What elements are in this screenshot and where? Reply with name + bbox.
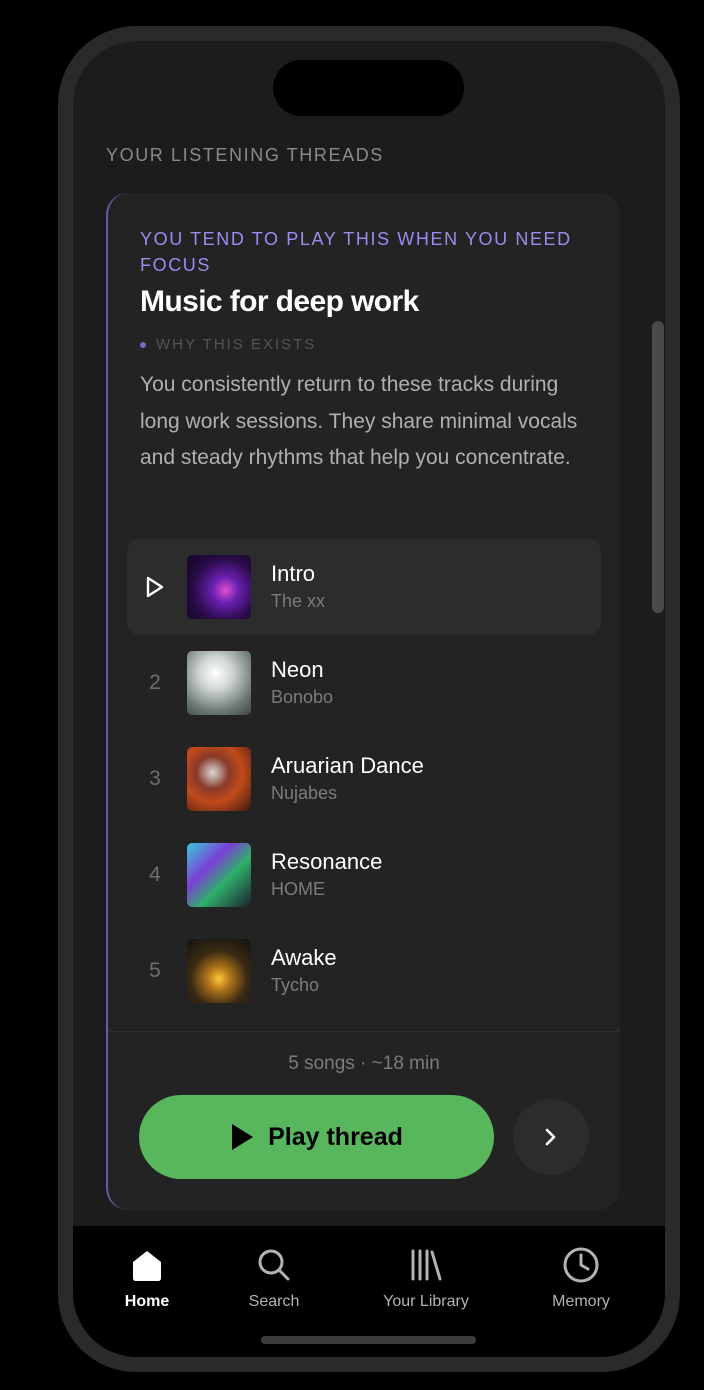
play-icon (230, 1123, 254, 1151)
tab-search[interactable]: Search (209, 1244, 339, 1311)
track-artist: The xx (271, 591, 326, 611)
tab-your-library[interactable]: Your Library (361, 1244, 491, 1311)
tab-home[interactable]: Home (82, 1244, 212, 1311)
track-title: Awake (271, 945, 337, 970)
dynamic-island (273, 60, 464, 116)
track-title: Resonance (271, 849, 383, 874)
tab-label: Your Library (383, 1293, 469, 1310)
divider (108, 1031, 620, 1032)
album-art (187, 651, 251, 715)
thread-description: You consistently return to these tracks … (140, 373, 578, 469)
why-label: WHY THIS EXISTS (156, 336, 317, 353)
track-number: 4 (149, 863, 161, 886)
clock-icon (562, 1244, 600, 1286)
play-thread-button[interactable]: Play thread (139, 1095, 494, 1179)
bullet-dot-icon (140, 341, 146, 348)
track-list: Intro The xx 2 Neon Bonobo 3 Aruarian Da… (127, 539, 601, 1019)
album-art (187, 939, 251, 1003)
track-artist: Bonobo (271, 687, 334, 707)
tab-bar: Home Search Your Library Memory (73, 1226, 665, 1357)
album-art (187, 747, 251, 811)
track-row[interactable]: 5 Awake Tycho (127, 923, 601, 1019)
tab-label: Memory (552, 1293, 610, 1310)
track-artist: HOME (271, 879, 325, 899)
chevron-right-icon (545, 1128, 556, 1146)
app-screen: YOUR LISTENING THREADS YOU TEND TO PLAY … (73, 41, 665, 1357)
track-row[interactable]: Intro The xx (127, 539, 601, 635)
phone-frame: YOUR LISTENING THREADS YOU TEND TO PLAY … (58, 26, 680, 1372)
play-thread-label: Play thread (268, 1122, 403, 1151)
track-number: 3 (149, 767, 161, 790)
tab-label: Search (248, 1293, 300, 1310)
track-artist: Tycho (271, 975, 320, 995)
thread-card: YOU TEND TO PLAY THIS WHEN YOU NEED FOCU… (106, 193, 620, 1210)
tab-memory[interactable]: Memory (516, 1244, 646, 1311)
next-button[interactable] (513, 1099, 589, 1175)
album-art (187, 555, 251, 619)
track-row[interactable]: 4 Resonance HOME (127, 827, 601, 923)
search-icon (256, 1244, 292, 1286)
track-number: 5 (149, 959, 161, 982)
home-indicator[interactable] (261, 1336, 476, 1344)
thread-title: Music for deep work (140, 285, 419, 318)
why-this-exists: WHY THIS EXISTS (140, 336, 316, 353)
track-title: Intro (271, 561, 316, 586)
library-icon (408, 1244, 444, 1286)
track-title: Neon (271, 657, 324, 682)
track-row[interactable]: 3 Aruarian Dance Nujabes (127, 731, 601, 827)
section-heading: YOUR LISTENING THREADS (106, 145, 384, 165)
home-icon (129, 1244, 165, 1286)
context-label: YOU TEND TO PLAY THIS WHEN YOU NEED FOCU… (140, 229, 572, 275)
thread-summary: 5 songs · ~18 min (288, 1053, 440, 1074)
tab-label: Home (124, 1293, 170, 1310)
play-icon[interactable] (127, 576, 183, 598)
scrollbar[interactable] (652, 321, 664, 613)
track-title: Aruarian Dance (271, 753, 424, 778)
track-row[interactable]: 2 Neon Bonobo (127, 635, 601, 731)
album-art (187, 843, 251, 907)
track-number: 2 (149, 671, 161, 694)
track-artist: Nujabes (271, 783, 338, 803)
